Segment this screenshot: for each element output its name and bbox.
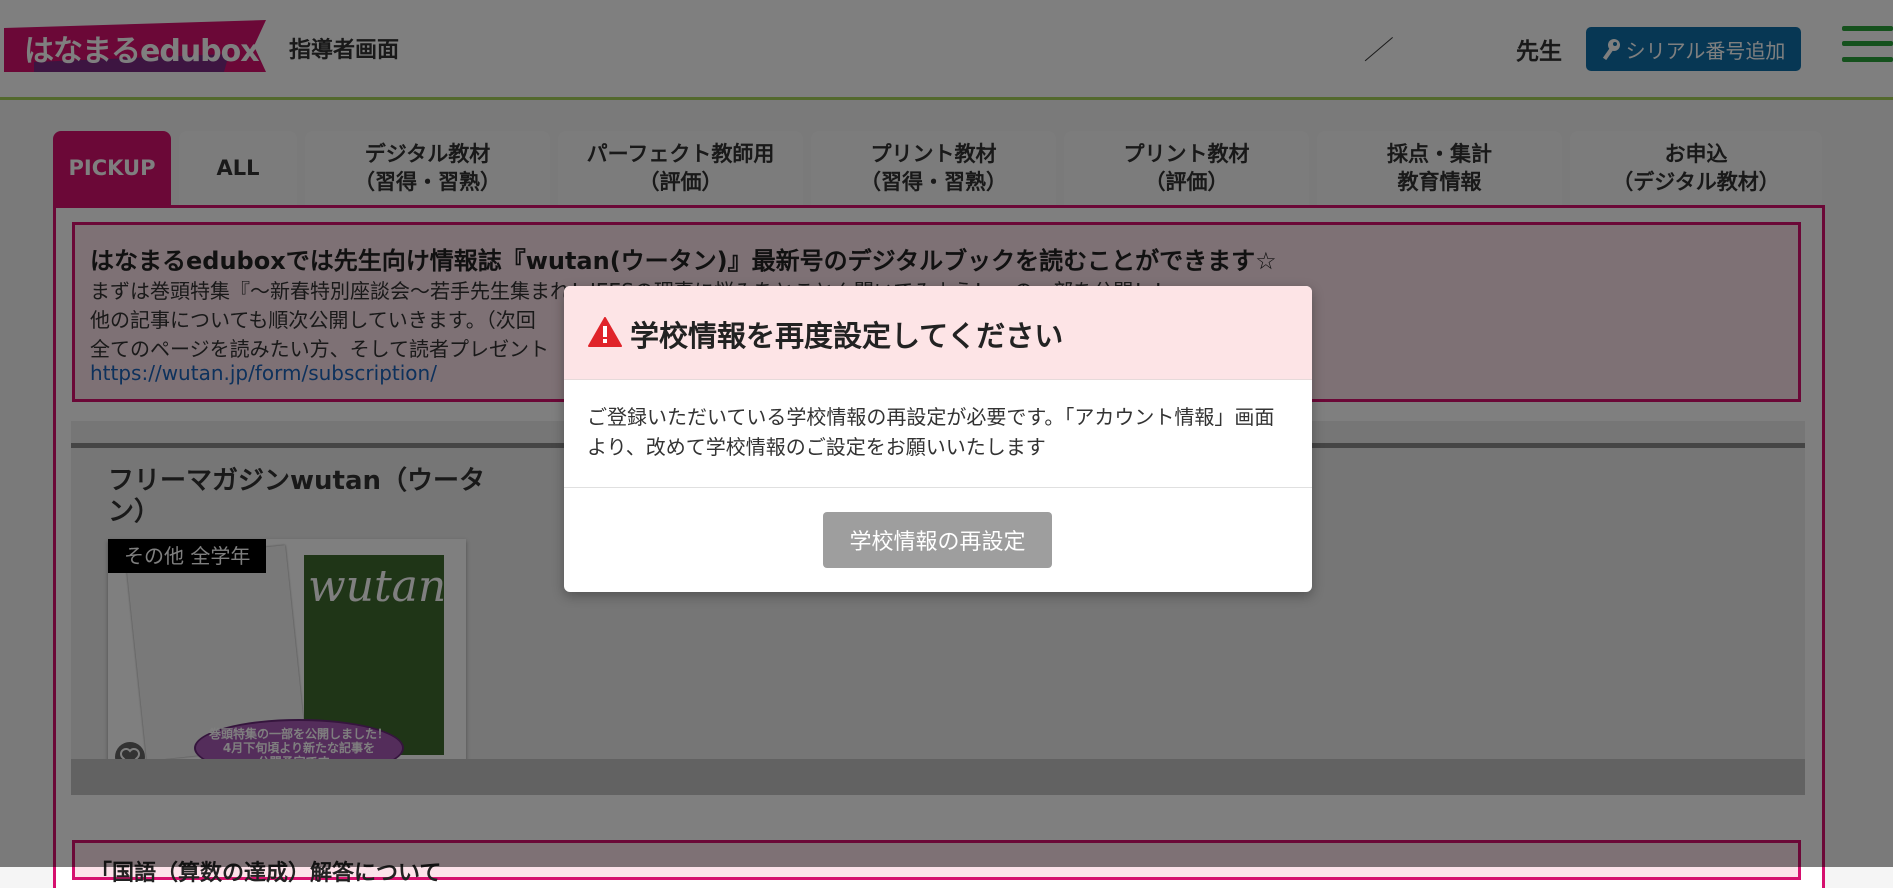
modal-title: 学校情報を再度設定してください xyxy=(630,319,1064,353)
reset-school-info-button[interactable]: 学校情報の再設定 xyxy=(823,512,1052,568)
warning-icon xyxy=(588,317,622,347)
school-info-modal: 学校情報を再度設定してください ご登録いただいている学校情報の再設定が必要です。… xyxy=(564,286,1312,592)
modal-header: 学校情報を再度設定してください xyxy=(564,286,1312,380)
modal-message: ご登録いただいている学校情報の再設定が必要です。「アカウント情報」画面より、改め… xyxy=(587,405,1275,459)
modal-divider xyxy=(564,487,1312,488)
